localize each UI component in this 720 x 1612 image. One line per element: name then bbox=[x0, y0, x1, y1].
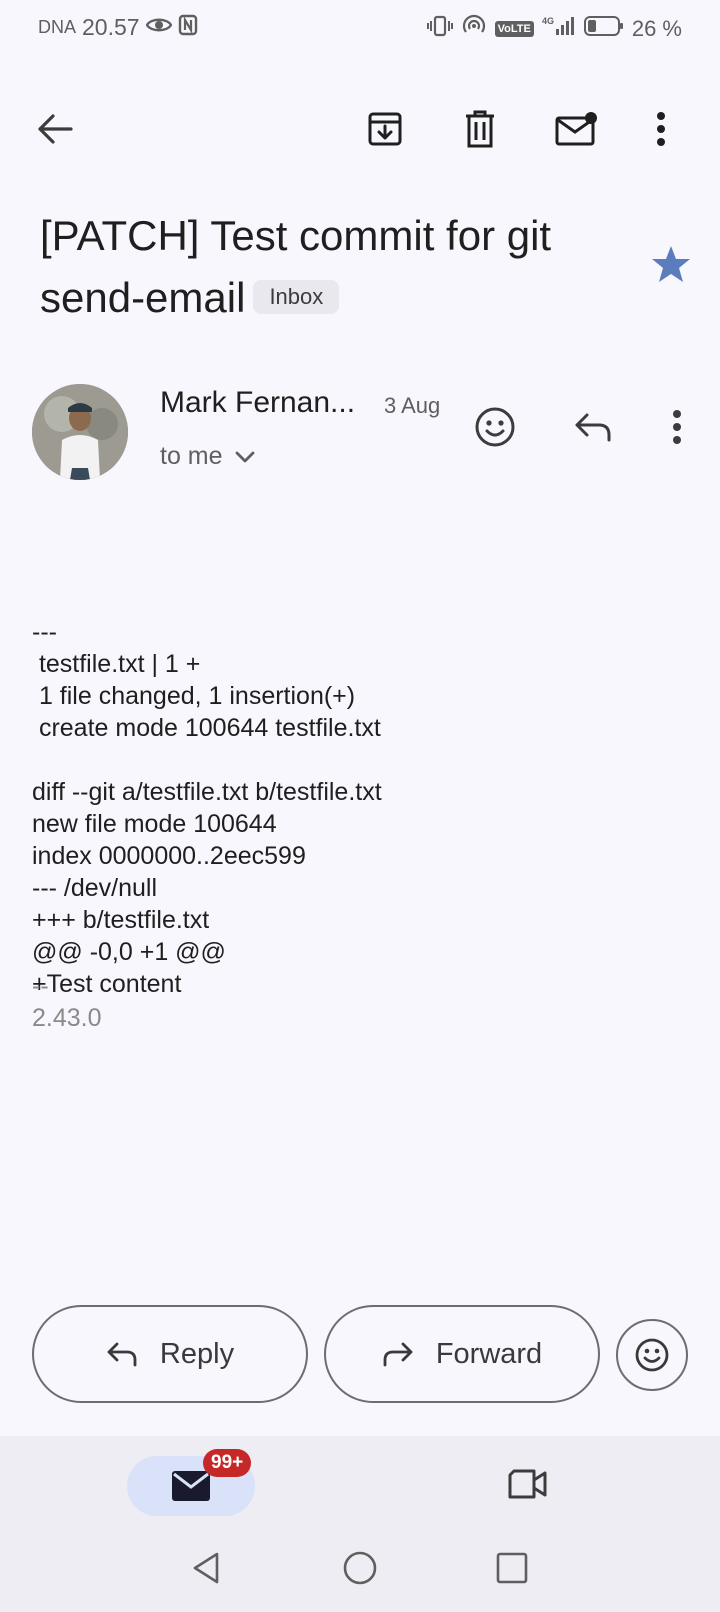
sender-avatar[interactable] bbox=[32, 384, 128, 480]
forward-icon bbox=[383, 1342, 413, 1367]
system-navigation-bar bbox=[0, 1540, 720, 1612]
body-line: 1 file changed, 1 insertion(+) bbox=[32, 682, 356, 710]
nav-meet-tab[interactable] bbox=[508, 1468, 548, 1505]
circle-home-icon bbox=[343, 1551, 377, 1585]
signal-icon: 4G bbox=[542, 15, 576, 42]
reply-label: Reply bbox=[159, 1337, 235, 1370]
gmail-email-view: DNA 20.57 VoLTE 4G 26 % [PATCH] Test com… bbox=[0, 0, 720, 1612]
status-bar-left: DNA 20.57 bbox=[38, 14, 198, 41]
reply-button[interactable]: Reply bbox=[32, 1305, 308, 1403]
mail-unread-icon bbox=[555, 112, 597, 146]
square-recents-icon bbox=[496, 1552, 528, 1584]
mark-unread-button[interactable] bbox=[550, 104, 604, 154]
archive-button[interactable] bbox=[360, 104, 410, 154]
body-line: @@ -0,0 +1 @@ bbox=[32, 938, 226, 966]
triangle-back-icon bbox=[193, 1552, 219, 1584]
delete-button[interactable] bbox=[455, 104, 505, 154]
forward-label: Forward bbox=[435, 1337, 543, 1370]
person-photo-icon bbox=[32, 384, 128, 480]
add-reaction-button[interactable] bbox=[470, 402, 520, 452]
unread-count-badge: 99+ bbox=[203, 1449, 252, 1477]
system-recents-button[interactable] bbox=[492, 1548, 532, 1588]
system-back-button[interactable] bbox=[186, 1548, 226, 1588]
body-line: create mode 100644 testfile.txt bbox=[32, 714, 381, 742]
body-line: index 0000000..2eec599 bbox=[32, 842, 306, 870]
body-line: testfile.txt | 1 + bbox=[32, 650, 201, 678]
trash-icon bbox=[466, 110, 494, 148]
recipient-details-toggle[interactable]: to me bbox=[160, 442, 255, 471]
svg-text:4G: 4G bbox=[542, 16, 554, 26]
volte-icon: VoLTE bbox=[494, 20, 534, 37]
clock: 20.57 bbox=[82, 14, 140, 40]
message-more-button[interactable] bbox=[662, 402, 692, 452]
star-icon bbox=[652, 246, 690, 282]
status-bar-right: VoLTE 4G 26 % bbox=[426, 14, 682, 43]
body-line: new file mode 100644 bbox=[32, 810, 277, 838]
eye-icon bbox=[145, 16, 172, 39]
reply-icon bbox=[575, 413, 611, 442]
carrier-label: DNA bbox=[38, 17, 77, 37]
email-date: 3 Aug bbox=[384, 393, 441, 418]
body-line: +++ b/testfile.txt bbox=[32, 906, 210, 934]
mail-icon bbox=[172, 1471, 210, 1501]
status-bar: DNA 20.57 VoLTE 4G 26 % bbox=[0, 0, 720, 56]
vibrate-icon bbox=[426, 15, 453, 42]
body-line: +Test content bbox=[32, 970, 182, 998]
battery-icon bbox=[583, 15, 624, 42]
reply-icon-button[interactable] bbox=[568, 402, 618, 452]
nfc-icon bbox=[178, 14, 198, 41]
email-body: --- testfile.txt | 1 + 1 file changed, 1… bbox=[32, 552, 682, 1064]
react-button[interactable] bbox=[616, 1319, 688, 1391]
recipient-label: to me bbox=[160, 442, 223, 470]
more-vert-icon bbox=[657, 112, 665, 146]
arrow-left-icon bbox=[38, 114, 73, 144]
body-line bbox=[32, 744, 682, 776]
hotspot-icon bbox=[461, 14, 487, 43]
email-signature: -- 2.43.0 bbox=[32, 972, 102, 1032]
back-button[interactable] bbox=[30, 104, 80, 154]
battery-percent: 26 % bbox=[631, 15, 682, 41]
archive-icon bbox=[368, 112, 402, 146]
system-home-button[interactable] bbox=[340, 1548, 380, 1588]
reply-icon bbox=[107, 1342, 137, 1367]
video-camera-icon bbox=[508, 1469, 547, 1499]
more-vert-icon bbox=[673, 410, 681, 444]
chevron-down-icon bbox=[235, 451, 254, 462]
body-line: diff --git a/testfile.txt b/testfile.txt bbox=[32, 778, 382, 806]
more-options-button[interactable] bbox=[646, 104, 676, 154]
emoji-icon bbox=[475, 407, 515, 447]
body-line: --- bbox=[32, 618, 57, 646]
body-line: --- /dev/null bbox=[32, 874, 158, 902]
top-app-bar bbox=[0, 96, 720, 160]
star-button[interactable] bbox=[651, 245, 691, 288]
inbox-label[interactable]: Inbox bbox=[253, 279, 340, 314]
email-subject: [PATCH] Test commit for git send-email In… bbox=[40, 205, 640, 329]
sender-name[interactable]: Mark Fernan... bbox=[160, 386, 355, 420]
forward-button[interactable]: Forward bbox=[324, 1305, 600, 1403]
emoji-icon bbox=[635, 1338, 669, 1372]
